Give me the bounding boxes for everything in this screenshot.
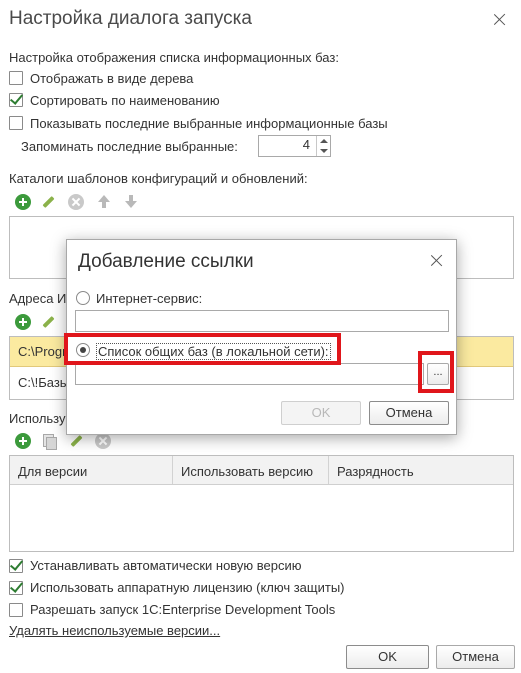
ok-button[interactable]: OK — [346, 645, 429, 669]
dialog-title: Добавление ссылки — [78, 251, 254, 272]
edt-launch-checkbox[interactable] — [9, 603, 23, 617]
column-header-for-version[interactable]: Для версии — [10, 456, 173, 484]
templates-section-heading: Каталоги шаблонов конфигураций и обновле… — [9, 171, 308, 186]
show-recent-checkbox[interactable] — [9, 116, 23, 130]
versions-add-icon[interactable] — [15, 433, 31, 449]
templates-move-down-icon[interactable] — [123, 194, 139, 210]
add-link-dialog: Добавление ссылки Интернет-сервис: Списо… — [66, 239, 457, 435]
show-recent-label: Показывать последние выбранные информаци… — [30, 116, 388, 131]
remember-recent-value: 4 — [302, 137, 310, 152]
cleanup-versions-link[interactable]: Удалять неиспользуемые версии... — [9, 623, 220, 638]
versions-table-header: Для версии Использовать версию Разряднос… — [10, 456, 513, 485]
column-header-bitness[interactable]: Разрядность — [329, 456, 513, 484]
tree-view-label: Отображать в виде дерева — [30, 71, 194, 86]
hardware-license-checkbox[interactable] — [9, 581, 23, 595]
versions-edit-icon[interactable] — [68, 433, 84, 449]
address-path: C:\!Базь — [18, 375, 67, 390]
internet-service-radio[interactable] — [76, 291, 90, 305]
addresses-section-heading: Адреса И — [9, 291, 67, 306]
column-header-use-version[interactable]: Использовать версию — [173, 456, 329, 484]
shared-list-radio[interactable] — [76, 343, 90, 357]
templates-delete-icon[interactable] — [68, 194, 84, 210]
stepper-arrows[interactable] — [316, 136, 330, 156]
hardware-license-label: Использовать аппаратную лицензию (ключ з… — [30, 580, 345, 595]
stepper-down-icon[interactable] — [320, 149, 328, 153]
window-title: Настройка диалога запуска — [9, 8, 252, 29]
display-section-heading: Настройка отображения списка информацион… — [9, 50, 339, 65]
dialog-close-icon[interactable] — [429, 253, 445, 269]
browse-button[interactable]: ... — [427, 363, 449, 385]
versions-delete-icon[interactable] — [95, 433, 111, 449]
sort-by-name-label: Сортировать по наименованию — [30, 93, 220, 108]
auto-install-checkbox[interactable] — [9, 559, 23, 573]
addresses-edit-icon[interactable] — [40, 314, 56, 330]
auto-install-label: Устанавливать автоматически новую версию — [30, 558, 302, 573]
versions-section-heading: Использу — [9, 411, 66, 426]
address-path: C:\Progr — [18, 344, 67, 359]
templates-edit-icon[interactable] — [40, 194, 56, 210]
dialog-cancel-button[interactable]: Отмена — [369, 401, 449, 425]
tree-view-checkbox[interactable] — [9, 71, 23, 85]
templates-move-up-icon[interactable] — [96, 194, 112, 210]
internet-service-label: Интернет-сервис: — [96, 291, 203, 306]
stepper-up-icon[interactable] — [320, 139, 328, 143]
versions-table[interactable]: Для версии Использовать версию Разряднос… — [9, 455, 514, 552]
remember-recent-label: Запоминать последние выбранные: — [21, 139, 238, 154]
addresses-add-icon[interactable] — [15, 314, 31, 330]
remember-recent-stepper[interactable]: 4 — [258, 135, 331, 157]
internet-service-input[interactable] — [75, 310, 449, 332]
shared-list-input[interactable] — [75, 363, 424, 385]
shared-list-label: Список общих баз (в локальной сети): — [96, 343, 331, 360]
close-icon[interactable] — [492, 12, 508, 28]
edt-launch-label: Разрешать запуск 1C:Enterprise Developme… — [30, 602, 336, 617]
dialog-ok-button[interactable]: OK — [281, 401, 361, 425]
templates-add-icon[interactable] — [15, 194, 31, 210]
cancel-button[interactable]: Отмена — [436, 645, 515, 669]
sort-by-name-checkbox[interactable] — [9, 93, 23, 107]
versions-copy-icon[interactable] — [40, 433, 57, 450]
